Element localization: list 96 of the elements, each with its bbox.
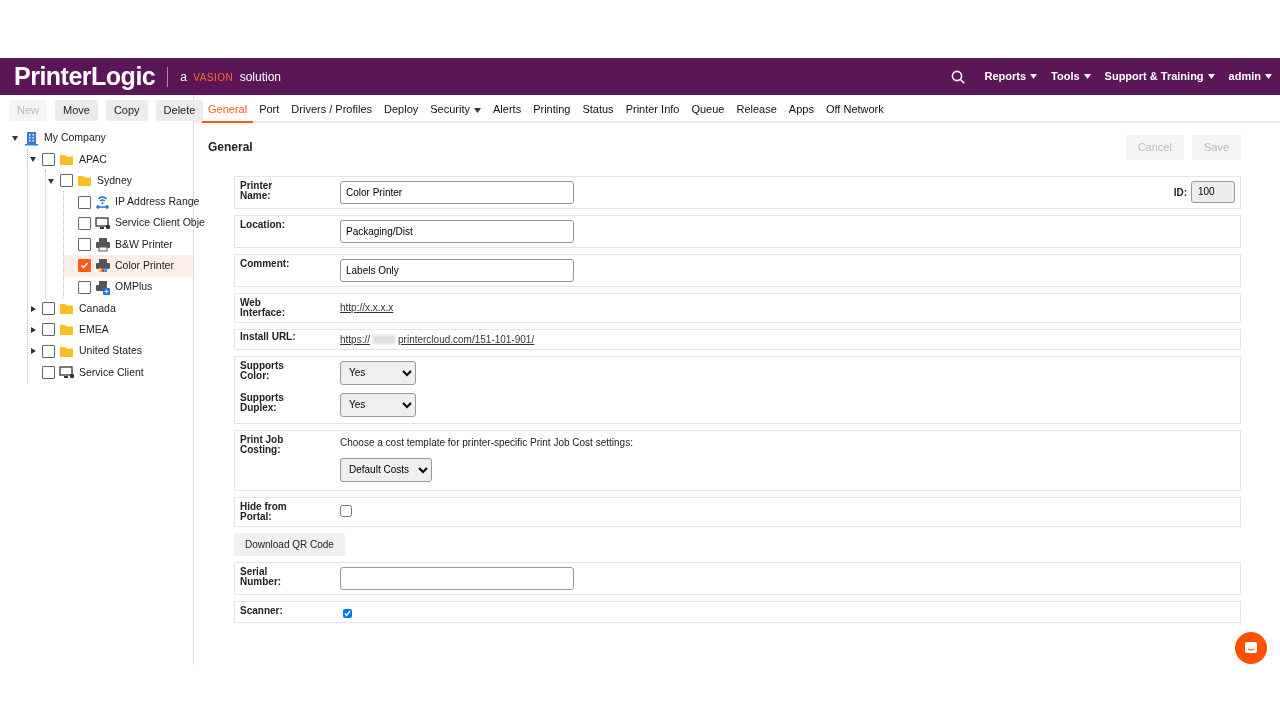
tree-row[interactable]: Sydney xyxy=(46,170,193,192)
checkbox[interactable] xyxy=(42,344,55,358)
toolbar-button[interactable]: Delete xyxy=(155,100,204,121)
tab[interactable]: Queue xyxy=(685,95,731,123)
section-title: General xyxy=(208,139,253,157)
check-icon xyxy=(80,261,89,271)
tree-row[interactable]: Color Printer xyxy=(64,255,193,277)
header-menu[interactable]: admin xyxy=(1228,68,1272,85)
building-icon xyxy=(24,130,40,146)
field-label: Hide from Portal: xyxy=(240,501,288,522)
tree-row[interactable]: APAC xyxy=(28,148,193,171)
search-icon[interactable] xyxy=(950,69,965,84)
expand-toggle-icon[interactable] xyxy=(30,326,36,333)
tab[interactable]: Printer Info xyxy=(619,95,686,123)
wifi-range-icon xyxy=(95,194,111,210)
tree-row[interactable]: Service Client Obje xyxy=(64,212,207,234)
monitor-gear-icon xyxy=(95,215,111,231)
tree-row[interactable]: OMPlus xyxy=(64,276,193,298)
printer-icon xyxy=(95,237,111,253)
text-field[interactable]: Labels Only xyxy=(340,258,574,282)
color-printer-icon xyxy=(95,258,111,274)
tree-label[interactable]: My Company xyxy=(44,130,106,146)
toolbar-button[interactable]: Move xyxy=(55,100,98,121)
chat-bubble-icon xyxy=(1244,641,1258,655)
field-label: Install URL: xyxy=(240,331,297,344)
caret-icon xyxy=(1083,74,1091,79)
header-menu[interactable]: Support & Training xyxy=(1104,68,1215,85)
dropdown-select[interactable]: Yes xyxy=(340,392,416,417)
collapse-toggle-icon[interactable] xyxy=(48,177,54,184)
dropdown-select[interactable]: Default Costs xyxy=(340,457,432,482)
text-field[interactable]: Color Printer xyxy=(340,180,574,204)
dropdown-select[interactable]: Yes xyxy=(340,360,416,385)
tab[interactable]: Security xyxy=(424,95,487,123)
folder-icon xyxy=(59,322,75,338)
caret-icon xyxy=(1265,74,1272,79)
field-label: Print Job Costing: xyxy=(240,434,285,457)
tree-row[interactable]: Canada xyxy=(28,297,193,320)
tab[interactable]: Release xyxy=(730,95,783,123)
tree-row[interactable]: Service Client xyxy=(28,361,193,384)
collapse-toggle-icon[interactable] xyxy=(30,156,36,163)
help-text: Choose a cost template for printer-specific Print Job Cost settings: xyxy=(340,435,633,450)
checkbox[interactable] xyxy=(340,504,352,517)
download-button[interactable]: Download QR Code xyxy=(234,532,345,556)
checkbox[interactable] xyxy=(78,280,91,294)
checkbox[interactable] xyxy=(78,259,91,273)
field-label: Location: xyxy=(240,219,286,232)
checkbox[interactable] xyxy=(42,302,55,315)
printer-plus-icon xyxy=(95,279,111,295)
web-link[interactable]: http://x.x.x.x xyxy=(340,300,394,315)
collapse-toggle-icon[interactable] xyxy=(12,135,18,142)
tree-row[interactable]: United States xyxy=(28,340,193,362)
expand-toggle-icon[interactable] xyxy=(30,348,36,355)
tree-row[interactable]: B&W Printer xyxy=(64,234,193,256)
header-menu[interactable]: Tools xyxy=(1051,68,1091,85)
redacted-text xyxy=(373,335,395,345)
caret-icon xyxy=(1030,74,1038,79)
folder-icon xyxy=(77,173,93,189)
logo-tagline: a VASION solution xyxy=(180,68,281,86)
id-field[interactable]: 100 xyxy=(1191,180,1235,203)
checkbox[interactable] xyxy=(343,608,352,618)
toolbar-button[interactable]: Copy xyxy=(105,100,148,121)
field-label: Serial Number: xyxy=(240,566,283,589)
tab[interactable]: Alerts xyxy=(487,95,528,123)
chat-button[interactable] xyxy=(1235,632,1267,664)
logo-wordmark: PrinterLogic xyxy=(14,64,156,89)
header-menu[interactable]: Reports xyxy=(984,68,1038,85)
field-label: Supports Duplex: xyxy=(240,392,285,415)
checkbox[interactable] xyxy=(78,238,91,252)
field-label: Scanner: xyxy=(240,605,284,618)
checkbox[interactable] xyxy=(42,152,55,166)
checkbox[interactable] xyxy=(78,195,91,209)
checkbox[interactable] xyxy=(78,216,91,230)
caret-icon xyxy=(1207,74,1215,79)
checkbox[interactable] xyxy=(42,365,55,379)
checkbox[interactable] xyxy=(60,174,73,188)
field-label: Printer Name: xyxy=(240,180,274,201)
tab[interactable]: Status xyxy=(576,95,620,123)
field-label: Comment: xyxy=(240,258,291,271)
field-label: Supports Color: xyxy=(240,360,285,383)
tree-row[interactable]: IP Address Range xyxy=(64,191,202,213)
checkbox[interactable] xyxy=(42,323,55,337)
tab[interactable]: Printing xyxy=(527,95,577,123)
monitor-gear-icon xyxy=(59,364,75,380)
tree-row[interactable]: EMEA xyxy=(28,319,193,341)
tab[interactable]: Deploy xyxy=(378,95,425,123)
tab[interactable]: Off Network xyxy=(819,95,890,123)
field-label: Web Interface: xyxy=(240,297,286,318)
text-field[interactable] xyxy=(340,566,574,590)
folder-icon xyxy=(59,301,75,316)
expand-toggle-icon[interactable] xyxy=(30,305,36,312)
text-field[interactable]: Packaging/Dist xyxy=(340,219,574,243)
tab[interactable]: Port xyxy=(253,95,286,123)
tab[interactable]: Apps xyxy=(782,95,820,123)
tab[interactable]: Drivers / Profiles xyxy=(285,95,378,123)
install-link[interactable]: https:// printercloud.com/151-101-901/ xyxy=(340,331,535,347)
field-label: ID: xyxy=(1173,185,1187,200)
